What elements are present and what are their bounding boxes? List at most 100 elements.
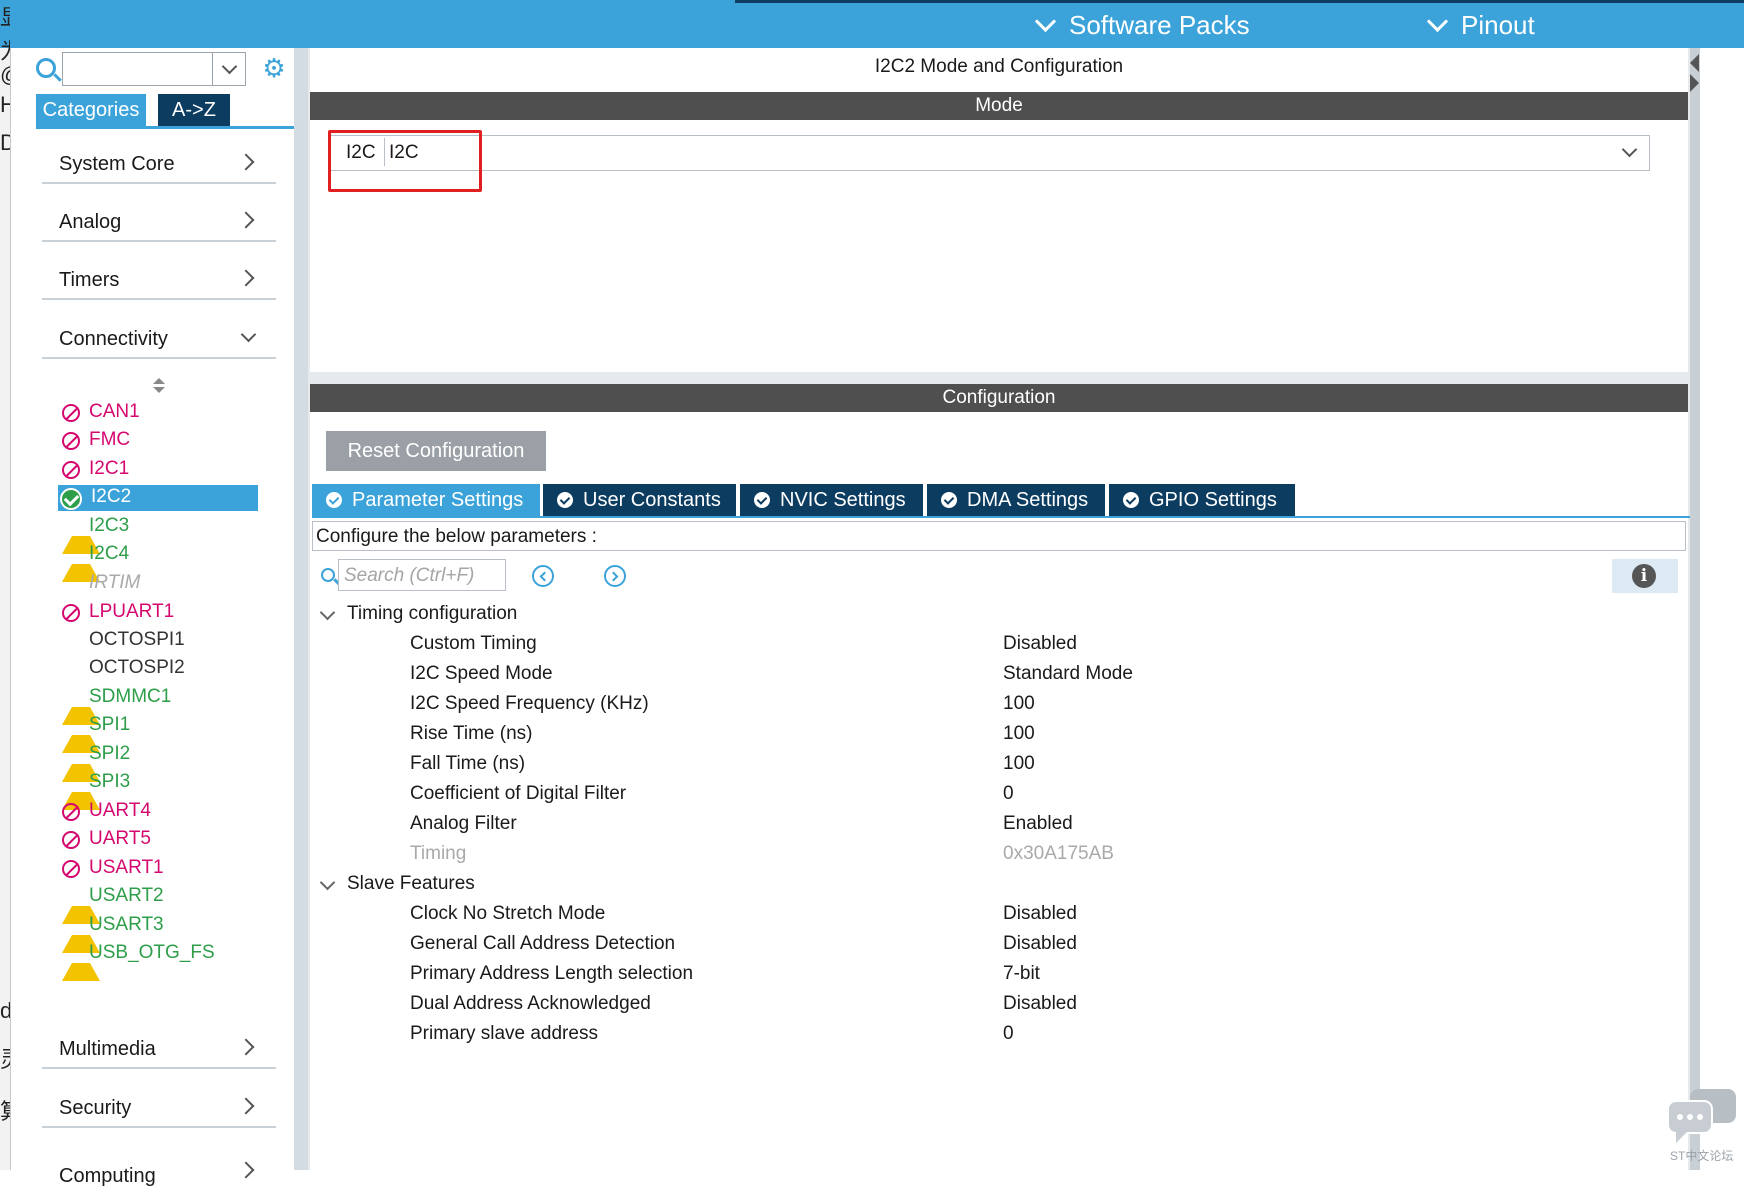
peripheral-can1[interactable]: CAN1 xyxy=(60,400,260,426)
peripheral-usart3[interactable]: USART3 xyxy=(60,913,260,953)
tab-a-to-z[interactable]: A->Z xyxy=(158,94,230,126)
peripheral-label: UART4 xyxy=(89,800,151,821)
category-timers[interactable]: Timers xyxy=(42,258,276,300)
info-button[interactable]: i xyxy=(1612,559,1678,593)
peripheral-i2c1[interactable]: I2C1 xyxy=(60,457,260,483)
param-value[interactable]: Disabled xyxy=(1003,903,1077,925)
param-value[interactable]: Disabled xyxy=(1003,933,1077,955)
param-value[interactable]: Disabled xyxy=(1003,633,1077,655)
category-system-core[interactable]: System Core xyxy=(42,142,276,184)
sidebar-search-input[interactable] xyxy=(62,52,246,86)
param-row[interactable]: Primary slave address 0 xyxy=(410,1023,1610,1049)
param-value[interactable]: Disabled xyxy=(1003,993,1077,1015)
chevron-right-icon xyxy=(237,211,255,229)
peripheral-i2c4[interactable]: I2C4 xyxy=(60,542,260,582)
category-connectivity[interactable]: Connectivity xyxy=(42,317,276,359)
category-analog[interactable]: Analog xyxy=(42,200,276,242)
param-value[interactable]: 0 xyxy=(1003,783,1014,805)
chevron-down-icon[interactable] xyxy=(1621,141,1638,158)
sidebar-splitter[interactable] xyxy=(294,48,308,1170)
category-label: Timers xyxy=(59,269,120,291)
param-value[interactable]: 0 xyxy=(1003,1023,1014,1045)
peripheral-lpuart1[interactable]: LPUART1 xyxy=(60,600,260,626)
param-value[interactable]: 100 xyxy=(1003,753,1035,775)
peripheral-uart5[interactable]: UART5 xyxy=(60,827,260,853)
peripheral-irtim[interactable]: IRTIM xyxy=(60,571,260,597)
peripheral-spi2[interactable]: SPI2 xyxy=(60,742,260,782)
blocked-icon xyxy=(62,404,80,422)
peripheral-i2c2[interactable]: I2C2 xyxy=(58,485,258,511)
reset-configuration-button[interactable]: Reset Configuration xyxy=(326,431,546,471)
param-value[interactable]: 7-bit xyxy=(1003,963,1040,985)
blocked-icon xyxy=(62,831,80,849)
chevron-down-icon xyxy=(221,58,238,75)
peripheral-uart4[interactable]: UART4 xyxy=(60,799,260,825)
tab-parameter-settings[interactable]: Parameter Settings xyxy=(312,484,540,516)
param-value[interactable]: Standard Mode xyxy=(1003,663,1133,685)
peripheral-sdmmc1[interactable]: SDMMC1 xyxy=(60,685,260,725)
param-row[interactable]: General Call Address Detection Disabled xyxy=(410,933,1610,959)
search-icon[interactable] xyxy=(36,58,56,78)
tab-gpio-settings[interactable]: GPIO Settings xyxy=(1109,484,1295,516)
mode-header: Mode xyxy=(310,92,1688,120)
search-icon[interactable] xyxy=(321,568,335,582)
expand-arrow-icon[interactable] xyxy=(1690,74,1699,92)
chevron-down-icon xyxy=(1426,10,1449,33)
tab-user-constants[interactable]: User Constants xyxy=(543,484,736,516)
chevron-right-icon xyxy=(237,153,255,171)
top-bar-accent-line xyxy=(735,0,1744,3)
peripheral-usb-otg-fs[interactable]: USB_OTG_FS xyxy=(60,941,260,981)
peripheral-usart2[interactable]: USART2 xyxy=(60,884,260,924)
param-row[interactable]: Rise Time (ns) 100 xyxy=(410,723,1610,749)
tab-categories[interactable]: Categories xyxy=(36,94,146,126)
chat-bubble-icon xyxy=(1667,1089,1736,1143)
sidebar-search-dropdown[interactable] xyxy=(212,53,245,85)
peripheral-label: I2C3 xyxy=(89,515,130,536)
param-row[interactable]: Custom Timing Disabled xyxy=(410,633,1610,659)
sort-down-icon[interactable] xyxy=(153,387,165,393)
tab-dma-settings[interactable]: DMA Settings xyxy=(927,484,1105,516)
peripheral-usart1[interactable]: USART1 xyxy=(60,856,260,882)
param-value[interactable]: Enabled xyxy=(1003,813,1073,835)
param-row[interactable]: Analog Filter Enabled xyxy=(410,813,1610,839)
param-row[interactable]: I2C Speed Mode Standard Mode xyxy=(410,663,1610,689)
peripheral-label: I2C4 xyxy=(89,543,130,564)
tab-label: Parameter Settings xyxy=(352,489,524,511)
category-multimedia[interactable]: Multimedia xyxy=(42,1027,276,1069)
peripheral-i2c3[interactable]: I2C3 xyxy=(60,514,260,554)
param-value[interactable]: 100 xyxy=(1003,693,1035,715)
right-scrollbar-track[interactable] xyxy=(1690,48,1700,1170)
gear-icon[interactable]: ⚙ xyxy=(262,55,286,81)
software-packs-menu[interactable]: Software Packs xyxy=(1034,10,1250,41)
category-label: Security xyxy=(59,1097,132,1119)
parameter-search-input[interactable]: Search (Ctrl+F) xyxy=(338,559,506,591)
param-row[interactable]: Fall Time (ns) 100 xyxy=(410,753,1610,779)
group-label: Timing configuration xyxy=(347,603,518,624)
param-name: Clock No Stretch Mode xyxy=(410,903,606,924)
category-computing[interactable]: Computing xyxy=(42,1144,276,1187)
pinout-menu[interactable]: Pinout xyxy=(1426,10,1535,41)
param-row[interactable]: Clock No Stretch Mode Disabled xyxy=(410,903,1610,929)
peripheral-spi1[interactable]: SPI1 xyxy=(60,713,260,753)
param-row[interactable]: Coefficient of Digital Filter 0 xyxy=(410,783,1610,809)
previous-match-icon[interactable] xyxy=(532,565,554,587)
peripheral-octospi1[interactable]: OCTOSPI1 xyxy=(60,628,260,654)
check-icon xyxy=(60,488,82,510)
peripheral-fmc[interactable]: FMC xyxy=(60,428,260,454)
mode-select[interactable]: I2C I2C xyxy=(328,135,1650,171)
tab-label: DMA Settings xyxy=(967,489,1089,511)
param-row[interactable]: Dual Address Acknowledged Disabled xyxy=(410,993,1610,1019)
tab-nvic-settings[interactable]: NVIC Settings xyxy=(740,484,923,516)
chevron-down-icon xyxy=(1034,10,1057,33)
peripheral-octospi2[interactable]: OCTOSPI2 xyxy=(60,656,260,682)
forum-watermark: ST中文论坛 xyxy=(1664,1085,1740,1165)
param-value[interactable]: 100 xyxy=(1003,723,1035,745)
param-row[interactable]: Primary Address Length selection 7-bit xyxy=(410,963,1610,989)
param-row[interactable]: I2C Speed Frequency (KHz) 100 xyxy=(410,693,1610,719)
next-match-icon[interactable] xyxy=(604,565,626,587)
sort-up-icon[interactable] xyxy=(153,378,165,384)
edge-char: 算 xyxy=(0,1094,10,1126)
collapse-arrow-icon[interactable] xyxy=(1690,54,1699,72)
peripheral-spi3[interactable]: SPI3 xyxy=(60,770,260,810)
category-security[interactable]: Security xyxy=(42,1086,276,1128)
